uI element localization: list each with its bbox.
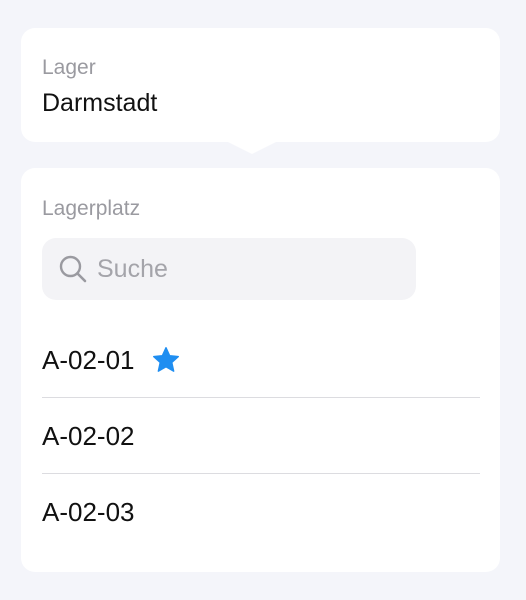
list-item-label: A-02-02 — [42, 420, 135, 451]
star-icon — [151, 345, 181, 375]
lager-value: Darmstadt — [42, 89, 158, 117]
list-item-label: A-02-01 — [42, 344, 135, 375]
search-placeholder: Suche — [97, 254, 168, 283]
lagerplatz-card: Lagerplatz Suche A-02-01 A-02-02 A-02-03 — [21, 168, 500, 572]
list-item-label: A-02-03 — [42, 497, 135, 527]
list-item[interactable]: A-02-02 — [42, 398, 480, 474]
lager-label: Lager — [42, 56, 96, 79]
list-item[interactable]: A-02-01 — [42, 322, 480, 398]
popover-pointer — [228, 142, 276, 154]
search-field[interactable]: Suche — [42, 238, 416, 300]
lager-card[interactable]: Lager Darmstadt — [21, 28, 500, 142]
lagerplatz-list: A-02-01 A-02-02 A-02-03 — [42, 322, 480, 550]
search-icon — [58, 254, 88, 284]
list-item[interactable]: A-02-03 — [42, 474, 480, 550]
lagerplatz-label: Lagerplatz — [42, 197, 141, 220]
